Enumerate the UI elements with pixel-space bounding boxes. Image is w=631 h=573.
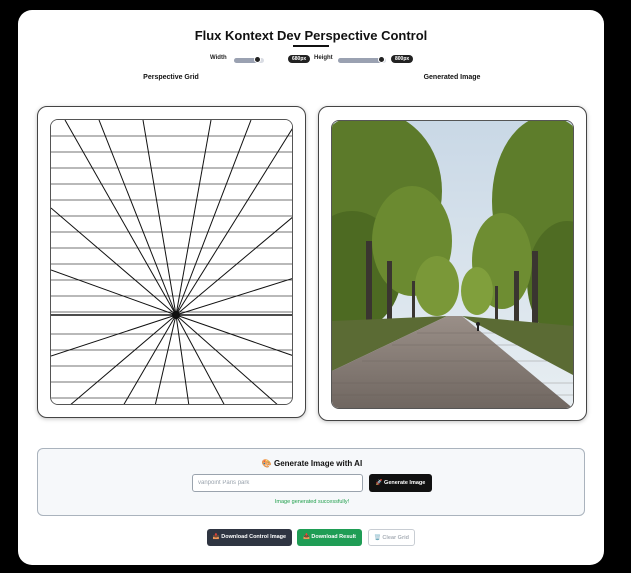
grid-frame: [37, 106, 306, 418]
download-result-button[interactable]: 📥 Download Result: [297, 529, 362, 546]
perspective-grid-label: Perspective Grid: [143, 74, 199, 81]
width-value-badge: 680px: [288, 55, 311, 63]
generate-heading: 🎨 Generate Image with AI: [261, 459, 363, 468]
perspective-grid-canvas[interactable]: [50, 119, 293, 405]
generated-image: [331, 120, 574, 409]
clear-grid-button[interactable]: 🗑️ Clear Grid: [368, 529, 415, 546]
vanishing-point[interactable]: [172, 311, 180, 319]
width-slider[interactable]: [234, 56, 264, 63]
height-label: Height: [314, 55, 333, 61]
size-controls: Width 680px Height 800px: [18, 54, 604, 68]
width-slider-thumb[interactable]: [254, 56, 261, 63]
page-title: Flux Kontext Dev Perspective Control: [194, 28, 428, 43]
status-message: Image generated successfully!: [274, 499, 350, 505]
height-value-badge: 800px: [391, 55, 414, 63]
prompt-input[interactable]: [192, 474, 363, 492]
height-slider[interactable]: [338, 56, 386, 63]
app-card: Flux Kontext Dev Perspective Control Wid…: [18, 10, 604, 565]
generated-frame: [318, 106, 587, 421]
generate-panel: 🎨 Generate Image with AI 🚀 Generate Imag…: [37, 448, 585, 516]
download-control-image-button[interactable]: 📥 Download Control Image: [207, 529, 292, 546]
title-underline: [293, 45, 329, 47]
perspective-grid-svg[interactable]: [51, 120, 293, 405]
generated-image-label: Generated Image: [423, 74, 481, 81]
park-scene-image: [332, 121, 573, 408]
width-label: Width: [210, 55, 227, 61]
generate-image-button[interactable]: 🚀 Generate Image: [369, 474, 432, 492]
height-slider-fill: [338, 58, 383, 63]
height-slider-thumb[interactable]: [378, 56, 385, 63]
